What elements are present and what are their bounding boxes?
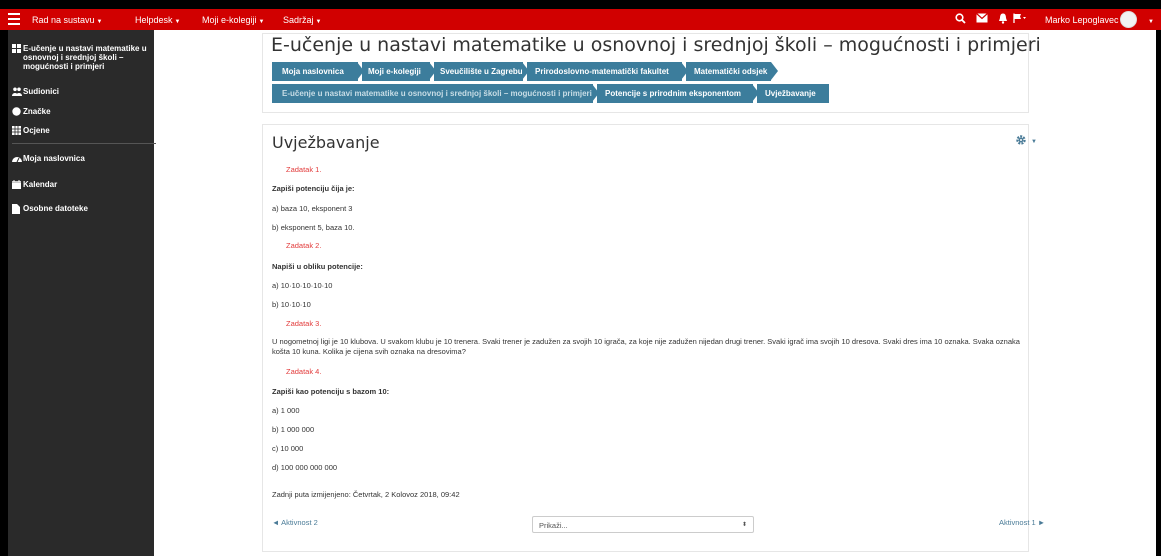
task-item: b) 10·10·10	[272, 300, 311, 309]
breadcrumb-item[interactable]: Moja naslovnica	[272, 62, 358, 81]
sidebar-item-label: E-učenje u nastavi matematike u osnovnoj…	[23, 44, 147, 71]
sidebar-item-osobne-datoteke[interactable]: Osobne datoteke	[12, 204, 88, 214]
last-modified: Zadnji puta izmijenjeno: Četvrtak, 2 Kol…	[272, 490, 460, 499]
sidebar-item-label: Sudionici	[23, 87, 59, 96]
sidebar-item-label: Osobne datoteke	[23, 204, 88, 213]
task-prompt: Napiši u obliku potencije:	[272, 262, 363, 271]
task-item: a) baza 10, eksponent 3	[272, 204, 353, 213]
breadcrumb-item-current[interactable]: Uvježbavanje	[757, 84, 829, 103]
sidebar-item-znacke[interactable]: Značke	[12, 107, 51, 116]
caret-down-icon: ▼	[1148, 19, 1154, 25]
nav-label: Moji e-kolegiji	[202, 15, 257, 25]
dashboard-icon	[12, 154, 22, 163]
flag-icon[interactable]	[1013, 13, 1027, 23]
avatar[interactable]	[1120, 11, 1137, 28]
task-label: Zadatak 4.	[286, 367, 322, 376]
task-label: Zadatak 1.	[286, 165, 322, 174]
nav-label: Rad na sustavu	[32, 15, 95, 25]
task-prompt: Zapiši kao potenciju s bazom 10:	[272, 387, 390, 396]
breadcrumb-item[interactable]: E-učenje u nastavi matematike u osnovnoj…	[272, 84, 593, 103]
next-activity-link[interactable]: Aktivnost 1 ►	[999, 518, 1045, 527]
user-name: Marko Lepoglavec	[1045, 15, 1119, 25]
task-prompt: Zapiši potenciju čija je:	[272, 184, 355, 193]
sidebar-item-label: Ocjene	[23, 126, 50, 135]
caret-down-icon: ▼	[315, 19, 322, 25]
breadcrumb-item[interactable]: Sveučilište u Zagrebu	[434, 62, 523, 81]
bell-icon[interactable]	[998, 13, 1008, 24]
window-top-border	[0, 0, 1161, 9]
task-item: a) 1 000	[272, 406, 300, 415]
caret-down-icon[interactable]: ▼	[1031, 139, 1037, 145]
sidebar-item-kalendar[interactable]: Kalendar	[12, 180, 57, 189]
nav-label: Helpdesk	[135, 15, 173, 25]
calendar-icon	[12, 180, 21, 189]
mail-icon[interactable]	[976, 13, 988, 23]
nav-rad-na-sustavu[interactable]: Rad na sustavu ▼	[32, 15, 103, 25]
sidebar-divider	[12, 143, 156, 144]
badge-icon	[12, 107, 21, 116]
nav-helpdesk[interactable]: Helpdesk ▼	[135, 15, 180, 25]
nav-sadrzaj[interactable]: Sadržaj ▼	[283, 15, 321, 25]
task-label: Zadatak 3.	[286, 319, 322, 328]
task-item: d) 100 000 000 000	[272, 463, 338, 472]
nav-label: Sadržaj	[283, 15, 314, 25]
gear-icon[interactable]	[1015, 134, 1027, 146]
sidebar: E-učenje u nastavi matematike u osnovnoj…	[8, 30, 156, 556]
sidebar-item-label: Značke	[23, 107, 51, 116]
breadcrumb-item[interactable]: Moji e-kolegiji	[362, 62, 430, 81]
nav-moji-e-kolegiji[interactable]: Moji e-kolegiji ▼	[202, 15, 264, 25]
caret-down-icon: ▼	[258, 19, 265, 25]
search-icon[interactable]	[955, 13, 966, 24]
sidebar-item-sudionici[interactable]: Sudionici	[12, 87, 59, 96]
task-item: b) 1 000 000	[272, 425, 315, 434]
select-value: Prikaži...	[539, 521, 568, 530]
window-left-border	[0, 30, 8, 556]
activity-title: Uvježbavanje	[272, 133, 380, 152]
task-item: b) eksponent 5, baza 10.	[272, 223, 355, 232]
jump-to-select[interactable]: Prikaži... ⬍	[532, 516, 754, 533]
caret-down-icon: ▼	[174, 19, 181, 25]
caret-down-icon: ▼	[96, 19, 103, 25]
sidebar-item-ocjene[interactable]: Ocjene	[12, 126, 50, 135]
user-menu[interactable]: Marko Lepoglavec	[1045, 15, 1119, 25]
breadcrumb-arrow	[771, 62, 778, 80]
window-right-border	[1156, 30, 1161, 556]
sidebar-item-moja-naslovnica[interactable]: Moja naslovnica	[12, 154, 85, 163]
menu-icon[interactable]	[8, 13, 20, 25]
breadcrumb-item[interactable]: Potencije s prirodnim eksponentom	[597, 84, 753, 103]
task-label: Zadatak 2.	[286, 241, 322, 250]
grades-icon	[12, 126, 21, 135]
task-item: c) 10 000	[272, 444, 304, 453]
breadcrumb-item[interactable]: Matematički odsjek	[686, 62, 771, 81]
prev-activity-link[interactable]: ◄ Aktivnost 2	[272, 518, 318, 527]
user-menu-caret[interactable]: ▼	[1146, 15, 1154, 25]
task-item: a) 10·10·10·10·10	[272, 281, 333, 290]
page-title: E-učenje u nastavi matematike u osnovnoj…	[271, 34, 1041, 56]
sidebar-item-label: Moja naslovnica	[23, 154, 85, 163]
users-icon	[12, 87, 22, 96]
sidebar-item-course[interactable]: E-učenje u nastavi matematike u osnovnoj…	[12, 44, 155, 71]
sort-icon: ⬍	[741, 522, 747, 528]
task-text: U nogometnoj ligi je 10 klubova. U svako…	[272, 337, 1020, 356]
top-navbar: Rad na sustavu ▼ Helpdesk ▼ Moji e-kolegij…	[0, 9, 1161, 30]
sidebar-item-label: Kalendar	[23, 180, 58, 189]
breadcrumb-item[interactable]: Prirodoslovno-matematički fakultet	[527, 62, 682, 81]
grid-icon	[12, 44, 21, 53]
file-icon	[12, 204, 21, 214]
